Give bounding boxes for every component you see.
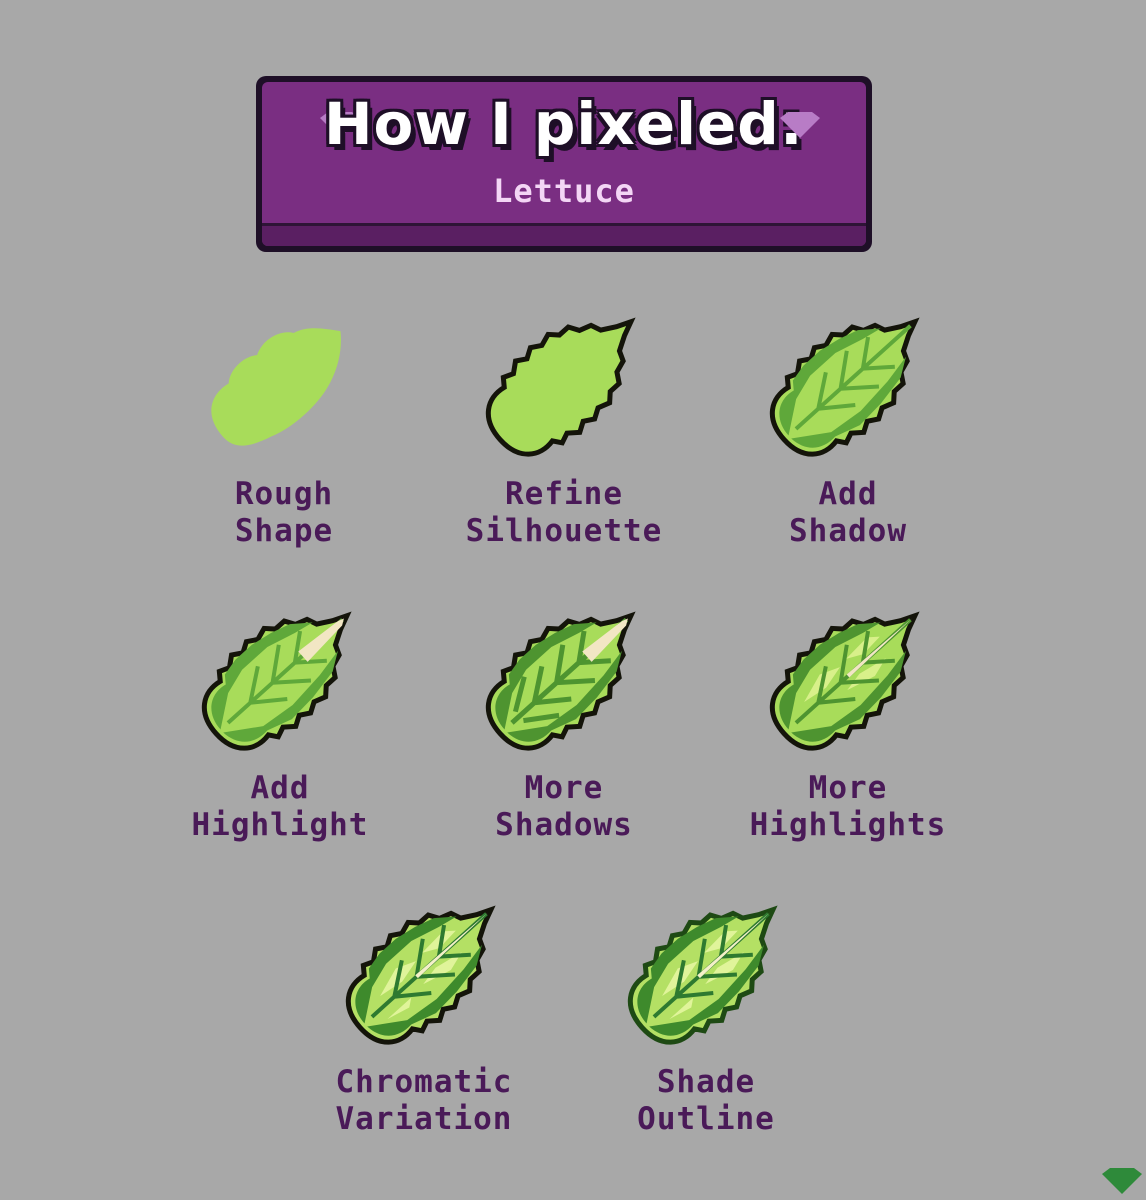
title-banner: How I pixeled: Lettuce — [256, 76, 872, 252]
step-label-line1: Add — [818, 476, 878, 512]
lettuce-leaf-icon — [769, 611, 920, 751]
lettuce-leaf-icon — [627, 905, 778, 1045]
step-label-line1: Shade — [656, 1064, 756, 1100]
step-label-line1: Refine — [505, 476, 623, 512]
title-banner-panel: How I pixeled: Lettuce — [262, 82, 866, 246]
gem-icon — [780, 112, 820, 138]
step-label-line1: Add — [250, 770, 310, 806]
lettuce-leaf-icon — [485, 611, 636, 751]
lettuce-leaf-icon — [201, 611, 352, 751]
step-label-line2: Variation — [335, 1101, 513, 1137]
lettuce-leaf-icon — [769, 317, 920, 457]
step-label-line2: Silhouette — [465, 513, 663, 549]
lettuce-leaf-icon — [211, 328, 341, 446]
step-label-line1: More — [808, 770, 888, 806]
corner-badge-icon — [1102, 1168, 1142, 1194]
step-label-line2: Shape — [234, 513, 334, 549]
step-label-line1: Chromatic — [335, 1064, 513, 1100]
step-label-line1: More — [524, 770, 604, 806]
lettuce-leaf-icon — [345, 905, 496, 1045]
lettuce-leaf-icon — [485, 317, 636, 457]
page-title: How I pixeled: — [323, 90, 804, 158]
step-label-line1: Rough — [234, 476, 334, 512]
step-label-line2: Shadows — [495, 807, 633, 843]
step-label-line2: Shadow — [789, 513, 907, 549]
step-label-line2: Highlights — [749, 807, 947, 843]
step-label-line2: Outline — [637, 1101, 775, 1137]
page-subtitle: Lettuce — [493, 172, 635, 210]
step-label-line2: Highlight — [191, 807, 369, 843]
